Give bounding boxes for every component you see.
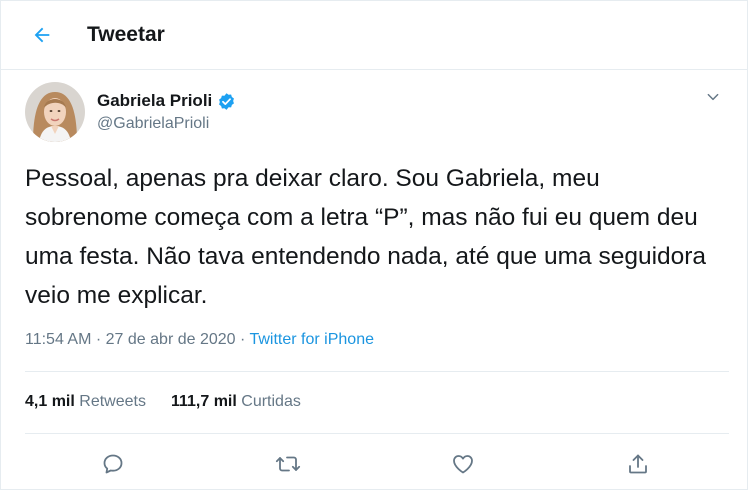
tweet-date[interactable]: 27 de abr de 2020 [106,331,236,348]
tweet-author: Gabriela Prioli @GabrielaPrioli [25,81,729,143]
likes-stat[interactable]: 111,7 mil Curtidas [171,393,301,411]
like-button[interactable] [448,449,478,479]
likes-count: 111,7 mil [170,393,237,410]
likes-label: Curtidas [241,393,301,410]
retweets-stat[interactable]: 4,1 mil Retweets [25,393,146,411]
retweet-icon [275,456,301,472]
more-options-button[interactable] [701,85,725,109]
divider [25,433,729,434]
tweet-actions [1,449,747,479]
tweet-page: Tweetar Gabriela Prioli @GabrielaPrioli … [0,0,748,490]
chevron-down-icon [707,93,719,101]
divider [25,371,729,372]
arrow-left-icon [34,27,50,43]
avatar[interactable] [25,82,85,142]
author-name-row: Gabriela Prioli [97,91,236,111]
retweets-count: 4,1 mil [25,393,75,410]
tweet-meta: 11:54 AM · 27 de abr de 2020 · Twitter f… [25,331,374,349]
back-button[interactable] [25,18,59,52]
reply-button[interactable] [98,449,128,479]
meta-separator: · [95,331,102,348]
share-button[interactable] [623,449,653,479]
share-icon [629,454,647,474]
tweet-text: Pessoal, apenas pra deixar claro. Sou Ga… [25,165,707,309]
tweet-stats: 4,1 mil Retweets 111,7 mil Curtidas [25,393,326,411]
author-handle[interactable]: @GabrielaPrioli [97,115,236,133]
retweet-button[interactable] [273,449,303,479]
like-icon [453,455,473,474]
meta-separator: · [240,331,246,348]
retweets-label: Retweets [79,393,146,410]
tweet-source-link[interactable]: Twitter for iPhone [249,331,374,348]
author-names: Gabriela Prioli @GabrielaPrioli [97,91,236,133]
page-title: Tweetar [87,23,165,46]
page-header: Tweetar [1,1,747,70]
verified-badge-icon [217,92,236,111]
author-name[interactable]: Gabriela Prioli [97,91,212,111]
reply-icon [103,454,123,474]
tweet-time[interactable]: 11:54 AM [25,331,91,348]
